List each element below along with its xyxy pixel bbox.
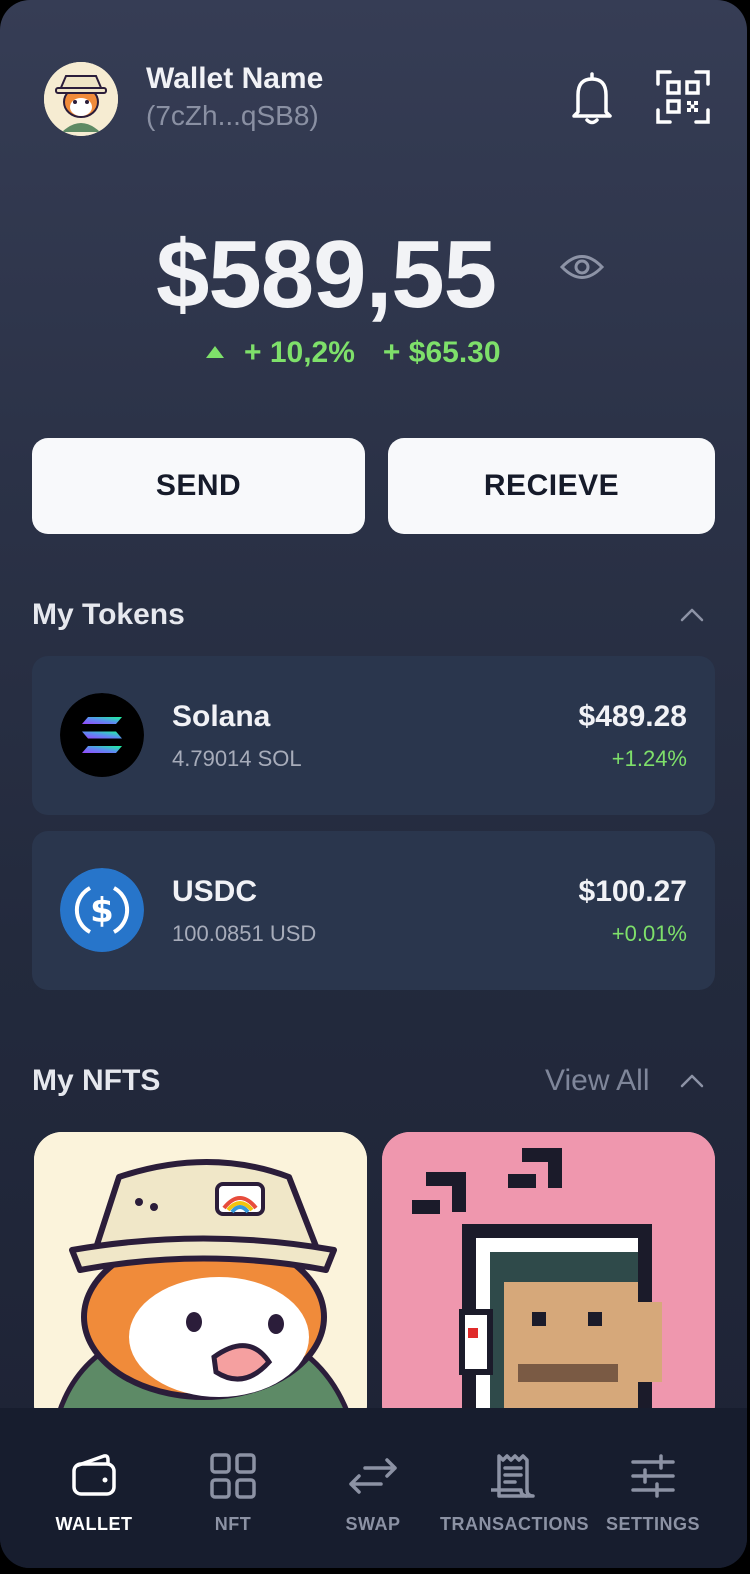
nav-item-transactions[interactable]: TRANSACTIONS — [440, 1408, 589, 1568]
receipt-icon — [491, 1454, 535, 1498]
wallet-address[interactable]: (7cZh...qSB8) — [146, 100, 319, 132]
grid-icon — [210, 1453, 256, 1499]
up-triangle-icon — [206, 346, 224, 358]
qr-code-icon[interactable] — [656, 70, 710, 124]
token-amount: 100.0851 USD — [172, 921, 317, 946]
balance-amount: $589,55 — [156, 221, 497, 328]
nft-card-pixel[interactable] — [382, 1132, 715, 1432]
nav-item-swap[interactable]: SWAP — [318, 1408, 428, 1568]
chevron-up-icon[interactable] — [680, 1074, 704, 1088]
nav-item-nft[interactable]: NFT — [178, 1408, 288, 1568]
nav-label: SETTINGS — [605, 1514, 700, 1534]
token-change: +0.01% — [611, 921, 687, 946]
sliders-icon — [631, 1454, 675, 1498]
nav-label: TRANSACTIONS — [440, 1514, 589, 1534]
nav-label: SWAP — [345, 1514, 401, 1534]
eye-icon[interactable] — [560, 252, 604, 282]
token-change: +1.24% — [611, 746, 687, 771]
send-button[interactable]: SEND — [32, 438, 365, 534]
wallet-name: Wallet Name — [146, 62, 324, 95]
avatar[interactable] — [44, 62, 118, 136]
wallet-screen: Wallet Name (7cZh...qSB8) $589,55 + 10,2… — [0, 0, 747, 1568]
nav-item-wallet[interactable]: WALLET — [34, 1408, 154, 1568]
token-amount: 4.79014 SOL — [172, 746, 302, 771]
token-value: $489.28 — [578, 700, 687, 733]
change-amount: + $65.30 — [382, 336, 501, 369]
nft-card-fox[interactable] — [34, 1132, 367, 1432]
nav-label: WALLET — [55, 1514, 133, 1534]
chevron-up-icon[interactable] — [680, 608, 704, 622]
fox-nft-image — [34, 1132, 367, 1432]
solana-logo-icon — [60, 693, 144, 777]
tokens-section-title: My Tokens — [32, 598, 185, 631]
pixel-nft-image — [382, 1132, 715, 1432]
usdc-logo-icon: $ — [60, 868, 144, 952]
header: Wallet Name (7cZh...qSB8) — [44, 62, 711, 136]
token-name: USDC — [172, 875, 258, 908]
bell-icon[interactable] — [570, 70, 614, 126]
view-all-link[interactable]: View All — [545, 1064, 650, 1098]
swap-arrows-icon — [349, 1458, 397, 1494]
token-row-usdc[interactable]: $ USDC 100.0851 USD $100.27 +0.01% — [32, 831, 715, 990]
bottom-nav: WALLET NFT SWAP TRANSACTIONS SETTINGS — [0, 1408, 747, 1568]
token-row-solana[interactable]: Solana 4.79014 SOL $489.28 +1.24% — [32, 656, 715, 815]
nfts-section-title: My NFTS — [32, 1064, 161, 1097]
balance-change: + 10,2% + $65.30 — [206, 336, 501, 370]
wallet-icon — [72, 1454, 116, 1496]
token-value: $100.27 — [578, 875, 687, 908]
receive-button[interactable]: RECIEVE — [388, 438, 715, 534]
nav-item-settings[interactable]: SETTINGS — [600, 1408, 706, 1568]
svg-text:$: $ — [90, 891, 114, 931]
nav-label: NFT — [214, 1514, 252, 1534]
change-percent: + 10,2% — [244, 336, 355, 369]
token-name: Solana — [172, 700, 271, 733]
